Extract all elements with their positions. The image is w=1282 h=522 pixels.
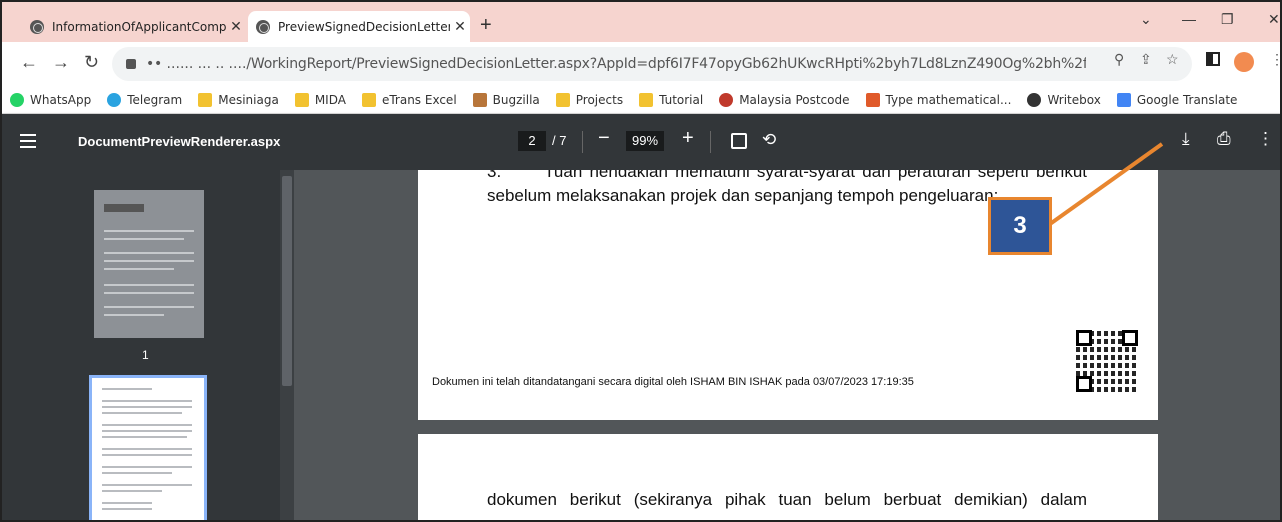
menu-icon[interactable] [20,134,36,148]
folder-icon [555,92,570,107]
qr-finder [1076,376,1092,392]
download-icon[interactable]: ⤓ [1182,129,1190,149]
close-window-icon[interactable]: ✕ [1268,11,1280,28]
writebox-icon [1027,92,1042,107]
close-tab-icon[interactable]: ✕ [450,19,470,35]
bookmark-star-icon[interactable]: ☆ [1166,51,1179,68]
bookmark-projects[interactable]: Projects [555,92,624,107]
thumbnail-sidebar: 1 [2,170,294,520]
browser-toolbar: ← → ↻ •• ․․․․․․ ․․․ ․․ ․․․․/WorkingRepor… [2,42,1280,86]
google-translate-icon [1116,92,1131,107]
bookmark-label: Type mathematical... [885,92,1012,107]
more-actions-icon[interactable]: ⋮ [1257,129,1274,149]
bookmark-label: eTrans Excel [381,92,457,107]
qr-finder [1122,330,1138,346]
reload-icon[interactable]: ↻ [84,52,99,73]
minimize-icon[interactable]: — [1182,11,1196,27]
globe-icon [256,19,270,34]
bookmark-label: Google Translate [1136,92,1238,107]
tab-preview-signed-decision-letter[interactable]: PreviewSignedDecisionLetter ✕ [248,11,470,42]
bookmark-google-translate[interactable]: Google Translate [1116,92,1238,107]
bookmarks-bar: WhatsApp Telegram Mesiniaga MIDA eTrans … [2,86,1280,114]
lock-icon[interactable] [126,59,136,69]
rotate-icon[interactable]: ⟲ [762,130,776,150]
folder-icon [639,92,654,107]
bookmark-label: Projects [575,92,624,107]
pdf-viewer: 1 3. Tuan hendaklah mematuhi syarat-syar… [2,170,1280,520]
qr-finder [1076,330,1092,346]
zoom-input[interactable]: 99% [626,131,664,151]
url-text[interactable]: •• ․․․․․․ ․․․ ․․ ․․․․/WorkingReport/Prev… [146,56,1086,72]
bookmark-label: Bugzilla [492,92,540,107]
bookmark-label: Malaysia Postcode [739,92,850,107]
zoom-out-button[interactable]: − [598,127,610,150]
tab-search-chevron-icon[interactable]: ⌄ [1140,11,1152,28]
bookmark-label: WhatsApp [30,92,92,107]
page-total: / 7 [552,133,567,148]
browser-menu-icon[interactable]: ⋮ [1270,51,1280,68]
tab-title: InformationOfApplicantCompany [52,19,226,34]
bookmark-bugzilla[interactable]: Bugzilla [472,92,540,107]
bookmark-etrans-excel[interactable]: eTrans Excel [361,92,457,107]
zoom-in-button[interactable]: + [682,127,694,150]
browser-window: InformationOfApplicantCompany ✕ PreviewS… [0,0,1282,522]
pdf-toolbar: DocumentPreviewRenderer.aspx 2 / 7 − 99%… [2,114,1280,170]
address-bar[interactable]: •• ․․․․․․ ․․․ ․․ ․․․․/WorkingReport/Prev… [112,47,1192,81]
fit-to-page-icon[interactable] [731,133,747,149]
close-tab-icon[interactable]: ✕ [226,19,246,35]
bookmark-label: Writebox [1047,92,1101,107]
bookmark-mesiniaga[interactable]: Mesiniaga [198,92,279,107]
bookmark-writebox[interactable]: Writebox [1027,92,1101,107]
type-math-icon [865,92,880,107]
telegram-icon [107,92,122,107]
restore-icon[interactable]: ❐ [1221,11,1234,28]
malaysia-flag-icon [719,92,734,107]
bookmark-whatsapp[interactable]: WhatsApp [10,92,92,107]
whatsapp-icon [10,92,24,107]
folder-icon [361,92,376,107]
bookmark-tutorial[interactable]: Tutorial [639,92,704,107]
digital-signature-line: Dokumen ini telah ditandatangani secara … [432,376,914,388]
toolbar-divider [582,131,583,153]
print-icon[interactable]: ⎙ [1217,129,1231,149]
page-number-input[interactable]: 2 [518,131,546,151]
pdf-page-3: dokumen berikut (sekiranya pihak tuan be… [418,434,1158,520]
folder-icon [294,92,309,107]
bookmark-mida[interactable]: MIDA [294,92,346,107]
toolbar-divider [710,131,711,153]
page-3-text: dokumen berikut (sekiranya pihak tuan be… [487,490,1087,509]
bookmark-telegram[interactable]: Telegram [107,92,183,107]
share-icon[interactable]: ⇪ [1140,51,1152,68]
document-title: DocumentPreviewRenderer.aspx [78,134,281,149]
globe-icon [30,19,44,34]
step-callout-badge: 3 [988,197,1052,255]
folder-icon [198,92,213,107]
side-panel-icon[interactable] [1206,52,1220,66]
tab-information-of-applicant-company[interactable]: InformationOfApplicantCompany ✕ [30,11,246,42]
bookmark-type-mathematical[interactable]: Type mathematical... [865,92,1012,107]
sidebar-scrollbar-thumb[interactable] [282,176,292,386]
bookmark-label: Tutorial [659,92,704,107]
tab-strip: InformationOfApplicantCompany ✕ PreviewS… [2,2,1280,42]
bookmark-malaysia-postcode[interactable]: Malaysia Postcode [719,92,850,107]
bookmark-label: Telegram [127,92,183,107]
thumbnail-page-number: 1 [142,348,149,362]
bookmark-label: Mesiniaga [218,92,279,107]
back-icon[interactable]: ← [20,52,38,73]
new-tab-button[interactable]: + [480,14,492,37]
bookmark-label: MIDA [314,92,346,107]
page-thumbnail-2-selected[interactable] [89,375,207,520]
page-thumbnail-1[interactable] [94,190,204,338]
forward-icon[interactable]: → [52,52,70,73]
tab-title: PreviewSignedDecisionLetter [278,19,450,34]
profile-avatar[interactable] [1234,52,1254,72]
zoom-icon[interactable]: ⚲ [1114,51,1124,68]
bugzilla-icon [472,92,487,107]
